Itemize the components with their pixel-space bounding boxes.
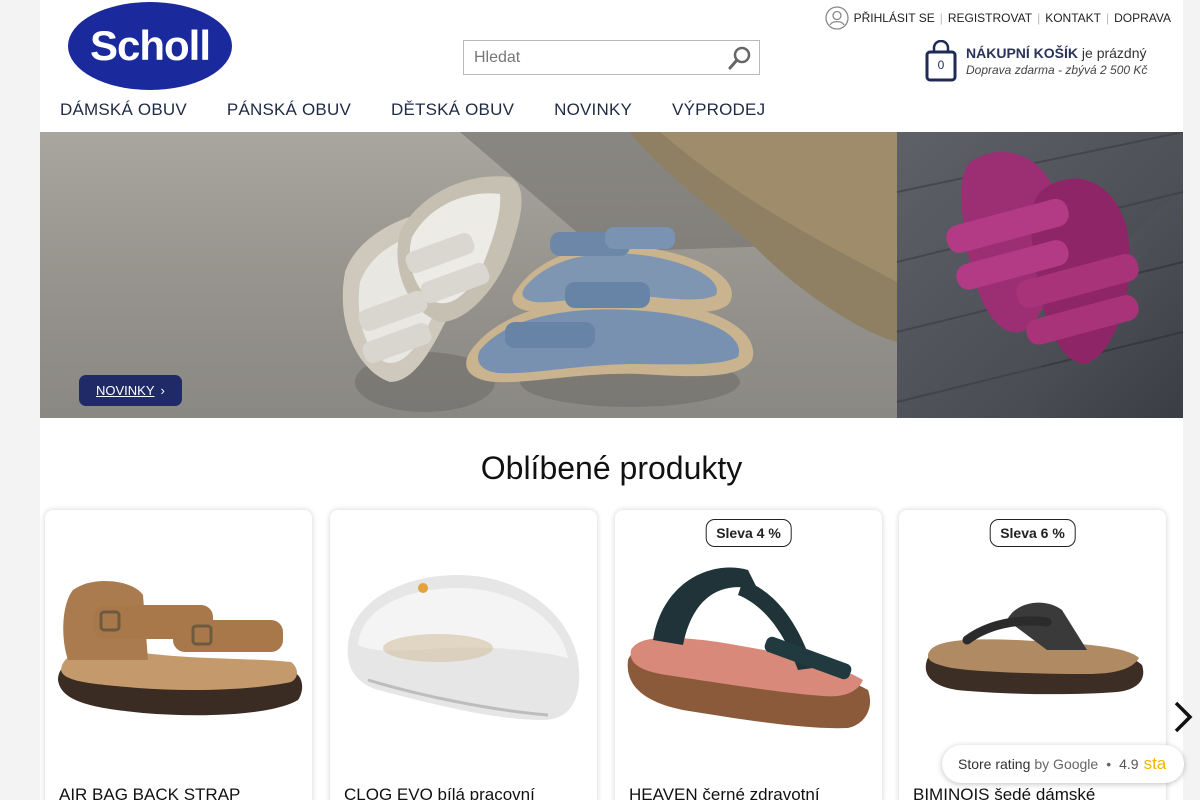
divider: | (939, 11, 943, 25)
chevron-right-icon: › (160, 383, 165, 398)
discount-badge: Sleva 6 % (989, 519, 1076, 547)
user-icon[interactable] (824, 6, 849, 30)
login-link[interactable]: PŘIHLÁSIT SE (854, 11, 935, 25)
product-image (925, 602, 1144, 695)
product-image (347, 575, 580, 720)
discount-badge: Sleva 4 % (705, 519, 792, 547)
register-link[interactable]: REGISTROVAT (948, 11, 1032, 25)
search-icon[interactable] (727, 45, 753, 71)
logo-text: Scholl (90, 22, 210, 69)
new-arrivals-button[interactable]: NOVINKY › (79, 375, 182, 406)
search-box (463, 40, 760, 75)
rating-stars: sta (1143, 754, 1167, 773)
cart-title: NÁKUPNÍ KOŠÍK (966, 45, 1079, 61)
scholl-logo[interactable]: Scholl (68, 2, 232, 90)
rating-source: by Google (1034, 756, 1099, 772)
section-title: Oblíbené produkty (480, 450, 743, 486)
product-name[interactable]: CLOG EVO bílá pracovní (344, 785, 535, 800)
shipping-note: Doprava zdarma - zbývá 2 500 Kč (966, 63, 1148, 77)
nav-item-womens-shoes[interactable]: DÁMSKÁ OBUV (60, 100, 187, 120)
page: Scholl PŘIHLÁSIT SE | REGISTROVAT | KONT… (40, 0, 1193, 800)
product-card[interactable]: AIR BAG BACK STRAP (45, 510, 312, 800)
divider: | (1037, 11, 1041, 25)
top-links: PŘIHLÁSIT SE | REGISTROVAT | KONTAKT | D… (824, 6, 1171, 30)
product-name[interactable]: BIMINOIS šedé dámské (913, 785, 1095, 800)
cart-summary: NÁKUPNÍ KOŠÍK je prázdný (966, 45, 1147, 61)
rating-label: Store rating (958, 756, 1031, 772)
nav-item-mens-shoes[interactable]: PÁNSKÁ OBUV (227, 100, 351, 120)
cart-count: 0 (937, 58, 945, 72)
search-input[interactable] (464, 41, 714, 74)
product-name[interactable]: HEAVEN černé zdravotní (629, 785, 820, 800)
product-name[interactable]: AIR BAG BACK STRAP (59, 785, 240, 800)
product-card[interactable]: Sleva 4 % HEAVEN černé zdravotní (615, 510, 882, 800)
nav-item-kids-shoes[interactable]: DĚTSKÁ OBUV (391, 100, 514, 120)
cart-status: je prázdný (1081, 45, 1147, 61)
hero-image (40, 131, 1184, 418)
hero-banner[interactable]: NOVINKY › (40, 131, 1184, 418)
separator-dot: • (1106, 756, 1112, 772)
chevron-right-icon[interactable] (1170, 695, 1196, 739)
new-arrivals-button-label: NOVINKY (96, 383, 155, 398)
contact-link[interactable]: KONTAKT (1045, 11, 1101, 25)
divider: | (1105, 11, 1110, 25)
product-image (58, 580, 303, 716)
nav-item-sale[interactable]: VÝPRODEJ (672, 100, 765, 120)
store-rating-widget[interactable]: Store rating by Google • 4.9 sta (942, 745, 1184, 783)
shipping-link[interactable]: DOPRAVA (1114, 11, 1171, 25)
nav-item-new-arrivals[interactable]: NOVINKY (554, 100, 632, 120)
product-image (627, 567, 871, 729)
rating-value: 4.9 (1119, 756, 1139, 772)
main-nav: DÁMSKÁ OBUV PÁNSKÁ OBUV DĚTSKÁ OBUV NOVI… (60, 100, 805, 120)
product-card[interactable]: CLOG EVO bílá pracovní (330, 510, 597, 800)
